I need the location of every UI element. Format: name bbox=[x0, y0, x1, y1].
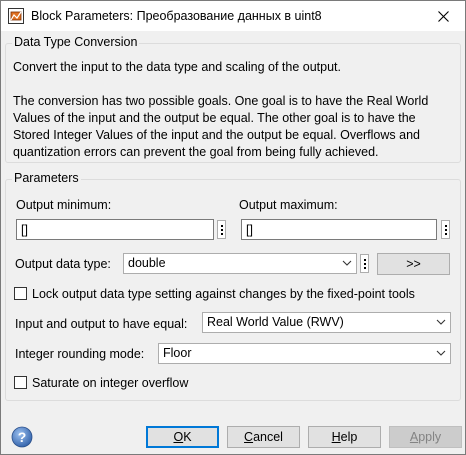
output-minimum-menu-icon[interactable] bbox=[217, 220, 226, 239]
rounding-mode-value: Floor bbox=[163, 346, 192, 360]
description-line bbox=[13, 76, 428, 93]
ok-button[interactable]: OK bbox=[146, 426, 219, 448]
lock-data-type-checkbox[interactable] bbox=[14, 287, 27, 300]
equal-mode-label: Input and output to have equal: bbox=[15, 317, 188, 331]
saturate-checkbox[interactable] bbox=[14, 376, 27, 389]
window-title: Block Parameters: Преобразование данных … bbox=[31, 9, 322, 23]
description-heading: Data Type Conversion bbox=[12, 35, 140, 49]
output-data-type-value: double bbox=[128, 256, 166, 270]
output-minimum-field[interactable]: [] bbox=[16, 219, 214, 240]
help-mnemonic: H bbox=[331, 430, 341, 444]
apply-button[interactable]: Apply bbox=[389, 426, 462, 448]
close-icon bbox=[437, 10, 449, 22]
cancel-mnemonic: C bbox=[244, 430, 254, 444]
rounding-mode-label: Integer rounding mode: bbox=[15, 347, 145, 361]
title-bar: Block Parameters: Преобразование данных … bbox=[1, 1, 465, 31]
help-button[interactable]: Help bbox=[308, 426, 381, 448]
output-minimum-label: Output minimum: bbox=[16, 198, 112, 212]
description-line: Stored Integer Values of the input and t… bbox=[13, 128, 420, 142]
apply-mnemonic: A bbox=[409, 430, 419, 444]
lock-data-type-label[interactable]: Lock output data type setting against ch… bbox=[32, 287, 415, 301]
output-data-type-label: Output data type: bbox=[15, 257, 111, 271]
chevron-down-icon bbox=[436, 350, 446, 356]
output-data-type-menu-icon[interactable] bbox=[360, 254, 369, 273]
equal-mode-value: Real World Value (RWV) bbox=[207, 315, 344, 329]
description-line: quantization errors can prevent the goal… bbox=[13, 145, 379, 159]
data-type-assistant-button[interactable]: >> bbox=[377, 253, 450, 275]
description-line: Values of the input and the output be eq… bbox=[13, 111, 416, 125]
block-parameters-dialog: Block Parameters: Преобразование данных … bbox=[0, 0, 466, 455]
ok-mnemonic: O bbox=[173, 430, 184, 444]
output-data-type-select[interactable]: double bbox=[123, 253, 357, 274]
description-line: The conversion has two possible goals. O… bbox=[13, 94, 429, 108]
close-button[interactable] bbox=[421, 1, 465, 31]
output-maximum-label: Output maximum: bbox=[239, 198, 338, 212]
equal-mode-select[interactable]: Real World Value (RWV) bbox=[202, 312, 451, 333]
simulink-block-icon bbox=[8, 8, 24, 24]
description-text: Convert the input to the data type and s… bbox=[13, 59, 428, 161]
help-icon[interactable]: ? bbox=[11, 426, 33, 448]
svg-text:?: ? bbox=[18, 429, 27, 445]
rounding-mode-select[interactable]: Floor bbox=[158, 343, 451, 364]
cancel-button[interactable]: Cancel bbox=[227, 426, 300, 448]
parameters-heading: Parameters bbox=[12, 171, 81, 185]
chevron-down-icon bbox=[342, 260, 352, 266]
output-maximum-field[interactable]: [] bbox=[241, 219, 437, 240]
saturate-label[interactable]: Saturate on integer overflow bbox=[32, 376, 188, 390]
description-line: Convert the input to the data type and s… bbox=[13, 60, 342, 74]
chevron-down-icon bbox=[436, 319, 446, 325]
output-maximum-menu-icon[interactable] bbox=[441, 220, 450, 239]
